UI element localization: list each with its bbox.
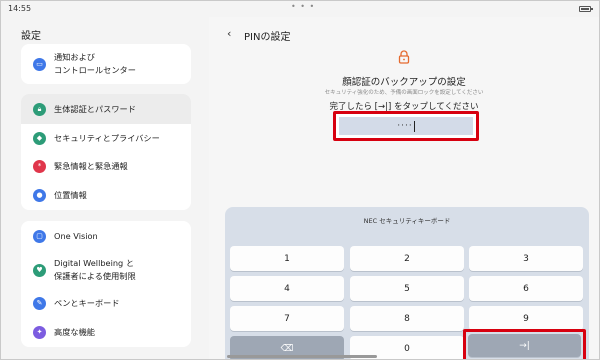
enter-icon: →| xyxy=(519,340,530,351)
home-indicator xyxy=(227,355,377,358)
window-dots: • • • xyxy=(291,2,316,11)
sidebar-item-label: コントロールセンター xyxy=(54,65,136,75)
pin-input-highlight: ···· xyxy=(333,111,479,141)
backspace-icon: ⌫ xyxy=(280,343,294,354)
asterisk-icon: * xyxy=(33,159,46,173)
sidebar-item-digital-wellbeing[interactable]: ♥ Digital Wellbeing と 保護者による使用制限 xyxy=(21,251,191,289)
one-vision-icon: ▢ xyxy=(33,229,46,243)
back-arrow-icon[interactable]: ‹ xyxy=(227,27,231,40)
status-time: 14:55 xyxy=(8,4,32,13)
key-5[interactable]: 5 xyxy=(350,276,464,301)
battery-icon xyxy=(579,6,593,12)
sidebar-item-pen-keyboard[interactable]: ✎ ペンとキーボード xyxy=(21,289,191,317)
pin-heading: 顔認証のバックアップの設定 xyxy=(342,77,466,88)
pin-subtext: セキュリティ強化のため、予備の画面ロックを設定してください xyxy=(324,90,484,96)
lock-icon xyxy=(398,50,410,64)
text-cursor xyxy=(413,120,415,132)
sidebar-item-label: ペンとキーボード xyxy=(54,298,120,308)
page-title: PINの設定 xyxy=(244,32,291,43)
enter-key-highlight: →| xyxy=(463,329,586,359)
sidebar-item-label: Digital Wellbeing と xyxy=(54,258,135,268)
sidebar-item-location[interactable]: ● 位置情報 xyxy=(21,180,191,210)
pin-input[interactable]: ···· xyxy=(339,117,473,135)
sidebar-item-label: 位置情報 xyxy=(54,190,87,200)
lock-icon: 🔒︎ xyxy=(33,102,46,116)
sidebar-item-biometrics[interactable]: 🔒︎ 生体認証とパスワード xyxy=(21,94,191,124)
sidebar-item-notifications[interactable]: ▭ 通知および コントロールセンター xyxy=(21,44,191,84)
sidebar-item-label: 緊急情報と緊急通報 xyxy=(54,161,128,171)
key-7[interactable]: 7 xyxy=(230,306,344,331)
sidebar-item-one-vision[interactable]: ▢ One Vision xyxy=(21,221,191,251)
sidebar-item-emergency[interactable]: * 緊急情報と緊急通報 xyxy=(21,152,191,180)
notification-icon: ▭ xyxy=(33,57,46,71)
pin-setup-pane: ‹ PINの設定 顔認証のバックアップの設定 セキュリティ強化のため、予備の画面… xyxy=(209,17,599,359)
pen-icon: ✎ xyxy=(33,296,46,310)
keyboard-title: NEC セキュリティキーボード xyxy=(363,217,451,225)
sidebar-item-label: 通知および xyxy=(54,52,95,62)
settings-sidebar: 設定 ▭ 通知および コントロールセンター 🔒︎ 生体認証とパスワード ◆ セキ… xyxy=(1,17,209,359)
shield-icon: ◆ xyxy=(33,131,46,145)
sidebar-card: 🔒︎ 生体認証とパスワード ◆ セキュリティとプライバシー * 緊急情報と緊急通… xyxy=(21,94,191,210)
sidebar-item-label: 保護者による使用制限 xyxy=(54,271,136,281)
sidebar-item-advanced[interactable]: ✦ 高度な機能 xyxy=(21,317,191,347)
sidebar-item-label: One Vision xyxy=(54,231,98,241)
advanced-icon: ✦ xyxy=(33,325,46,339)
key-4[interactable]: 4 xyxy=(230,276,344,301)
sidebar-item-label: 生体認証とパスワード xyxy=(54,104,136,114)
sidebar-title: 設定 xyxy=(21,31,41,42)
sidebar-card: ▢ One Vision ♥ Digital Wellbeing と 保護者によ… xyxy=(21,221,191,347)
wellbeing-icon: ♥ xyxy=(33,263,46,277)
key-1[interactable]: 1 xyxy=(230,246,344,271)
sidebar-item-label: 高度な機能 xyxy=(54,327,95,337)
enter-key[interactable]: →| xyxy=(468,334,581,357)
tablet-screen: 14:55 • • • 設定 ▭ 通知および コントロールセンター 🔒︎ 生体認… xyxy=(0,0,600,360)
key-3[interactable]: 3 xyxy=(469,246,583,271)
key-2[interactable]: 2 xyxy=(350,246,464,271)
key-6[interactable]: 6 xyxy=(469,276,583,301)
status-bar: 14:55 • • • xyxy=(1,1,599,17)
security-keyboard: NEC セキュリティキーボード 1 2 3 4 5 6 7 8 9 ⌫ 0 →| xyxy=(225,207,589,359)
sidebar-item-security[interactable]: ◆ セキュリティとプライバシー xyxy=(21,124,191,152)
key-9[interactable]: 9 xyxy=(469,306,583,331)
pin-input-value: ···· xyxy=(397,121,413,131)
sidebar-item-label: セキュリティとプライバシー xyxy=(54,133,160,143)
key-8[interactable]: 8 xyxy=(350,306,464,331)
sidebar-card: ▭ 通知および コントロールセンター xyxy=(21,44,191,84)
location-pin-icon: ● xyxy=(33,188,46,202)
